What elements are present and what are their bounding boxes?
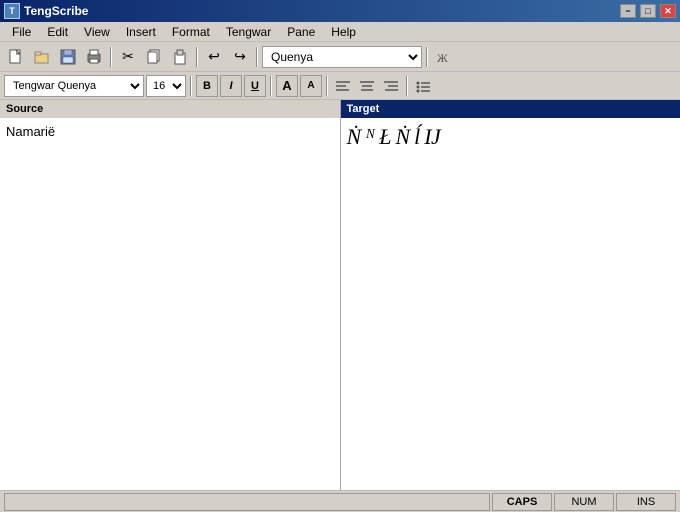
separator4 bbox=[426, 47, 428, 67]
cut-button[interactable]: ✂ bbox=[116, 46, 140, 68]
target-text: ṄᴺŁṄĺĲ bbox=[347, 124, 445, 149]
menu-pane[interactable]: Pane bbox=[279, 23, 323, 41]
target-header: Target bbox=[341, 100, 680, 118]
align-right-button[interactable] bbox=[380, 75, 402, 97]
script-button[interactable]: Ж bbox=[432, 46, 456, 68]
separator1 bbox=[110, 47, 112, 67]
source-content[interactable]: Namarië bbox=[0, 118, 340, 490]
print-button[interactable] bbox=[82, 46, 106, 68]
menu-view[interactable]: View bbox=[76, 23, 118, 41]
caps-indicator: CAPS bbox=[492, 493, 552, 511]
paste-button[interactable] bbox=[168, 46, 192, 68]
font-size-select[interactable]: 16 8101214 182436 bbox=[146, 75, 186, 97]
undo-icon: ↩ bbox=[208, 48, 220, 65]
panels: Source Namarië Target ṄᴺŁṄĺĲ bbox=[0, 100, 680, 490]
content-area: Source Namarië Target ṄᴺŁṄĺĲ bbox=[0, 100, 680, 490]
grow-font-button[interactable]: A bbox=[276, 75, 298, 97]
menu-format[interactable]: Format bbox=[164, 23, 218, 41]
italic-button[interactable]: I bbox=[220, 75, 242, 97]
redo-icon: ↪ bbox=[234, 48, 246, 65]
target-label: Target bbox=[347, 103, 380, 115]
separator2 bbox=[196, 47, 198, 67]
copy-button[interactable] bbox=[142, 46, 166, 68]
caps-label: CAPS bbox=[507, 496, 538, 508]
source-label: Source bbox=[6, 103, 43, 115]
separator7 bbox=[326, 76, 328, 96]
source-text: Namarië bbox=[6, 124, 55, 139]
source-panel: Source Namarië bbox=[0, 100, 341, 490]
app-icon: T bbox=[4, 3, 20, 19]
new-button[interactable] bbox=[4, 46, 28, 68]
ins-indicator: INS bbox=[616, 493, 676, 511]
target-panel: Target ṄᴺŁṄĺĲ bbox=[341, 100, 680, 490]
underline-button[interactable]: U bbox=[244, 75, 266, 97]
status-main bbox=[4, 493, 490, 511]
menu-edit[interactable]: Edit bbox=[39, 23, 76, 41]
separator8 bbox=[406, 76, 408, 96]
source-header: Source bbox=[0, 100, 340, 118]
menu-help[interactable]: Help bbox=[323, 23, 364, 41]
minimize-button[interactable]: − bbox=[620, 4, 636, 18]
menu-file[interactable]: File bbox=[4, 23, 39, 41]
close-button[interactable]: ✕ bbox=[660, 4, 676, 18]
ins-label: INS bbox=[637, 496, 655, 508]
separator5 bbox=[190, 76, 192, 96]
cut-icon: ✂ bbox=[122, 48, 134, 65]
app-icon-letter: T bbox=[9, 6, 15, 16]
titlebar: T TengScribe − □ ✕ bbox=[0, 0, 680, 22]
app-title: TengScribe bbox=[24, 4, 618, 18]
align-left-button[interactable] bbox=[332, 75, 354, 97]
maximize-button[interactable]: □ bbox=[640, 4, 656, 18]
num-indicator: NUM bbox=[554, 493, 614, 511]
menubar: File Edit View Insert Format Tengwar Pan… bbox=[0, 22, 680, 42]
align-center-button[interactable] bbox=[356, 75, 378, 97]
open-button[interactable] bbox=[30, 46, 54, 68]
undo-button[interactable]: ↩ bbox=[202, 46, 226, 68]
shrink-font-button[interactable]: A bbox=[300, 75, 322, 97]
separator6 bbox=[270, 76, 272, 96]
menu-insert[interactable]: Insert bbox=[118, 23, 164, 41]
statusbar: CAPS NUM INS bbox=[0, 490, 680, 512]
target-content[interactable]: ṄᴺŁṄĺĲ bbox=[341, 118, 680, 490]
svg-text:Ж: Ж bbox=[437, 51, 448, 65]
titlebar-controls: − □ ✕ bbox=[618, 4, 676, 18]
font-name-select[interactable]: Tengwar Quenya bbox=[4, 75, 144, 97]
bold-button[interactable]: B bbox=[196, 75, 218, 97]
list-button[interactable] bbox=[412, 75, 434, 97]
separator3 bbox=[256, 47, 258, 67]
font-dropdown[interactable]: Quenya Sindarin Black Speech bbox=[262, 46, 422, 68]
save-button[interactable] bbox=[56, 46, 80, 68]
redo-button[interactable]: ↪ bbox=[228, 46, 252, 68]
toolbar1: ✂ ↩ ↪ Quenya Sindarin Black Speech Ж bbox=[0, 42, 680, 72]
toolbar2: Tengwar Quenya 16 8101214 182436 B I U A… bbox=[0, 72, 680, 100]
menu-tengwar[interactable]: Tengwar bbox=[218, 23, 279, 41]
num-label: NUM bbox=[571, 496, 596, 508]
